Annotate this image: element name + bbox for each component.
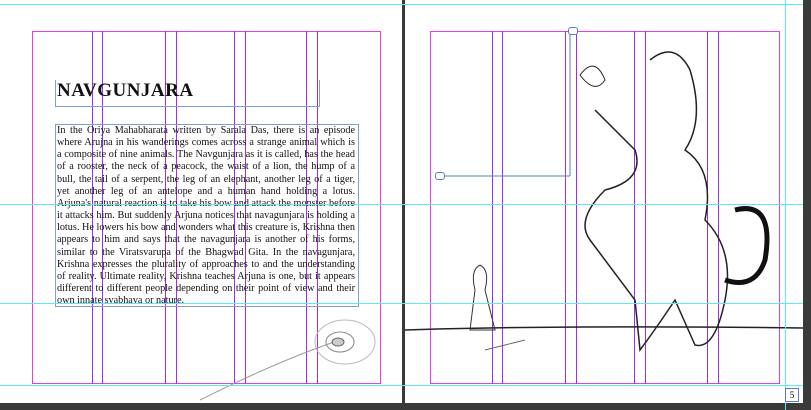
body-text[interactable]: In the Oriya Mahabharata written by Sara…	[57, 125, 355, 307]
link-icon[interactable]	[435, 172, 445, 180]
ruler-guide[interactable]	[0, 385, 803, 386]
right-page	[405, 0, 803, 403]
ruler-guide[interactable]	[0, 204, 803, 205]
link-icon[interactable]	[568, 27, 578, 35]
ruler-guide[interactable]	[0, 4, 803, 5]
navgunjara-illustration[interactable]	[405, 0, 803, 403]
page-title[interactable]: NAVGUNJARA	[57, 80, 194, 102]
left-page: NAVGUNJARA In the Oriya Mahabharata writ…	[0, 0, 402, 403]
ruler-guide[interactable]	[0, 303, 803, 304]
ruler-guide-vertical[interactable]	[785, 0, 786, 410]
page-number[interactable]: 5	[785, 388, 799, 402]
peacock-feather-illustration[interactable]	[200, 300, 400, 403]
